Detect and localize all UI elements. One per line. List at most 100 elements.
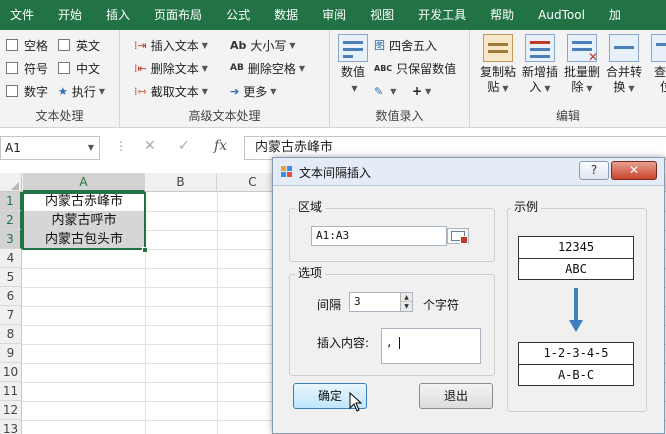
insert-text-button[interactable]: ⁞⇥ 插入文本 ▼ bbox=[134, 36, 208, 54]
menu-formulas[interactable]: 公式 bbox=[214, 0, 262, 30]
row-header[interactable]: 7 bbox=[0, 306, 22, 325]
text-interval-insert-dialog: 文本间隔插入 ? ✕ 区域 A1:A3 选项 间隔 3 ▲ ▼ 个字符 插入内容:… bbox=[272, 157, 665, 434]
extract-text-button[interactable]: ⁞⇿ 截取文本 ▼ bbox=[134, 82, 208, 100]
menu-audtool[interactable]: AudTool bbox=[526, 0, 597, 30]
row-header[interactable]: 13 bbox=[0, 420, 22, 434]
example-legend: 示例 bbox=[511, 198, 542, 215]
interval-unit: 个字符 bbox=[423, 298, 460, 312]
plus-button[interactable]: + ▼ bbox=[412, 82, 431, 100]
group-text-processing: 空格 英文 符号 中文 数字 ★ 执行 ▼ 文本处理 bbox=[0, 30, 120, 128]
case-icon: Ab bbox=[230, 38, 247, 52]
menu-home[interactable]: 开始 bbox=[46, 0, 94, 30]
batch-delete-button[interactable]: 批量删除▼ bbox=[562, 34, 602, 96]
fill-handle[interactable] bbox=[142, 247, 148, 253]
menu-help[interactable]: 帮助 bbox=[478, 0, 526, 30]
value-icon bbox=[338, 34, 368, 62]
value-button[interactable]: 数值 ▼ bbox=[336, 34, 370, 96]
interval-spinner[interactable]: ▲ ▼ bbox=[400, 293, 412, 311]
close-button[interactable]: ✕ bbox=[611, 161, 657, 180]
spin-up-icon[interactable]: ▲ bbox=[401, 293, 412, 302]
format-button[interactable]: ✎ ▼ bbox=[374, 82, 396, 100]
range-input[interactable]: A1:A3 bbox=[311, 226, 447, 246]
row-header[interactable]: 2 bbox=[0, 211, 22, 230]
function-icon[interactable]: fx bbox=[214, 138, 227, 154]
delete-rows-icon bbox=[567, 34, 598, 65]
example-before-1: 12345 bbox=[557, 240, 595, 254]
extract-text-icon: ⁞⇿ bbox=[134, 84, 147, 98]
copy-paste-button[interactable]: 复制粘贴 ▼ bbox=[478, 34, 518, 96]
exit-button[interactable]: 退出 bbox=[419, 383, 493, 409]
menu-view[interactable]: 视图 bbox=[358, 0, 406, 30]
column-header[interactable]: B bbox=[145, 173, 217, 192]
row-header[interactable]: 3 bbox=[0, 230, 22, 249]
select-all-corner[interactable] bbox=[0, 173, 22, 192]
menu-developer[interactable]: 开发工具 bbox=[406, 0, 478, 30]
insert-content-input[interactable]: , bbox=[381, 328, 481, 364]
format-icon: ✎ bbox=[374, 84, 384, 98]
group-label: 文本处理 bbox=[35, 109, 84, 123]
help-button[interactable]: ? bbox=[579, 161, 609, 180]
region-legend: 区域 bbox=[295, 198, 326, 215]
row-header[interactable]: 11 bbox=[0, 382, 22, 401]
menu-page-layout[interactable]: 页面布局 bbox=[142, 0, 214, 30]
group-advanced-text: ⁞⇥ 插入文本 ▼ ⁞⇤ 删除文本 ▼ ⁞⇿ 截取文本 ▼ Ab 大小写 ▼ AB 删除空格 ▼ ➔… bbox=[120, 30, 330, 128]
row-header[interactable]: 10 bbox=[0, 363, 22, 382]
more-button[interactable]: ➔ 更多 ▼ bbox=[230, 82, 276, 100]
execute-button[interactable]: ★ 执行 ▼ bbox=[58, 82, 105, 100]
insert-content-label: 插入内容: bbox=[317, 336, 370, 350]
menu-file[interactable]: 文件 bbox=[0, 0, 46, 30]
chevron-down-icon: ▼ bbox=[586, 84, 593, 93]
formula-bar-grip-icon: ⋮ bbox=[115, 139, 127, 153]
checkbox-icon bbox=[6, 39, 18, 51]
check-symbol[interactable]: 符号 bbox=[6, 59, 48, 77]
dialog-titlebar[interactable]: 文本间隔插入 ? ✕ bbox=[273, 158, 664, 186]
chevron-down-icon[interactable]: ▼ bbox=[88, 137, 94, 159]
example-after-1: 1-2-3-4-5 bbox=[543, 346, 609, 360]
confirm-icon[interactable]: ✓ bbox=[178, 138, 190, 154]
case-button[interactable]: Ab 大小写 ▼ bbox=[230, 36, 296, 54]
chevron-down-icon: ▼ bbox=[298, 63, 305, 73]
row-header[interactable]: 1 bbox=[0, 192, 22, 211]
menu-data[interactable]: 数据 bbox=[262, 0, 310, 30]
group-value-entry: 数值 ▼ 图四舍五入 ABC 只保留数值 ✎ ▼ + ▼ 数值录入 bbox=[330, 30, 470, 128]
check-chinese[interactable]: 中文 bbox=[58, 59, 100, 77]
find-locate-button[interactable]: 查找位 bbox=[646, 34, 666, 95]
column-header[interactable]: A bbox=[23, 173, 145, 192]
example-after-2: A-B-C bbox=[557, 368, 595, 382]
chevron-down-icon: ▼ bbox=[425, 86, 432, 96]
remove-spaces-button[interactable]: AB 删除空格 ▼ bbox=[230, 59, 305, 77]
delete-text-button[interactable]: ⁞⇤ 删除文本 ▼ bbox=[134, 59, 208, 77]
round-button[interactable]: 图四舍五入 bbox=[374, 36, 437, 54]
checkbox-icon bbox=[6, 62, 18, 74]
menu-addins[interactable]: 加 bbox=[597, 0, 633, 30]
row-header[interactable]: 9 bbox=[0, 344, 22, 363]
check-number[interactable]: 数字 bbox=[6, 82, 48, 100]
keep-values-button[interactable]: ABC 只保留数值 bbox=[374, 59, 456, 77]
cancel-icon[interactable]: ✕ bbox=[144, 138, 156, 154]
chevron-down-icon: ▼ bbox=[628, 84, 635, 93]
row-header[interactable]: 6 bbox=[0, 287, 22, 306]
plus-icon: + bbox=[412, 84, 423, 98]
mouse-cursor-icon bbox=[349, 392, 363, 412]
menu-insert[interactable]: 插入 bbox=[94, 0, 142, 30]
insert-text-icon: ⁞⇥ bbox=[134, 38, 147, 52]
row-header[interactable]: 5 bbox=[0, 268, 22, 287]
checkbox-icon bbox=[58, 62, 70, 74]
example-after: 1-2-3-4-5 A-B-C bbox=[518, 342, 634, 386]
delete-text-icon: ⁞⇤ bbox=[134, 61, 147, 75]
check-english[interactable]: 英文 bbox=[58, 36, 100, 54]
row-header[interactable]: 4 bbox=[0, 249, 22, 268]
row-header[interactable]: 8 bbox=[0, 325, 22, 344]
example-before: 12345 ABC bbox=[518, 236, 634, 280]
insert-rows-icon bbox=[525, 34, 555, 62]
example-before-2: ABC bbox=[565, 262, 587, 276]
add-insert-button[interactable]: 新增插入 ▼ bbox=[520, 34, 560, 96]
range-picker-button[interactable] bbox=[447, 228, 469, 244]
spin-down-icon[interactable]: ▼ bbox=[401, 302, 412, 311]
merge-convert-button[interactable]: 合并转换 ▼ bbox=[604, 34, 644, 96]
name-box[interactable]: A1 ▼ bbox=[0, 136, 100, 160]
menu-review[interactable]: 审阅 bbox=[310, 0, 358, 30]
row-header[interactable]: 12 bbox=[0, 401, 22, 420]
check-space[interactable]: 空格 bbox=[6, 36, 48, 54]
arrow-down-icon bbox=[569, 288, 583, 334]
